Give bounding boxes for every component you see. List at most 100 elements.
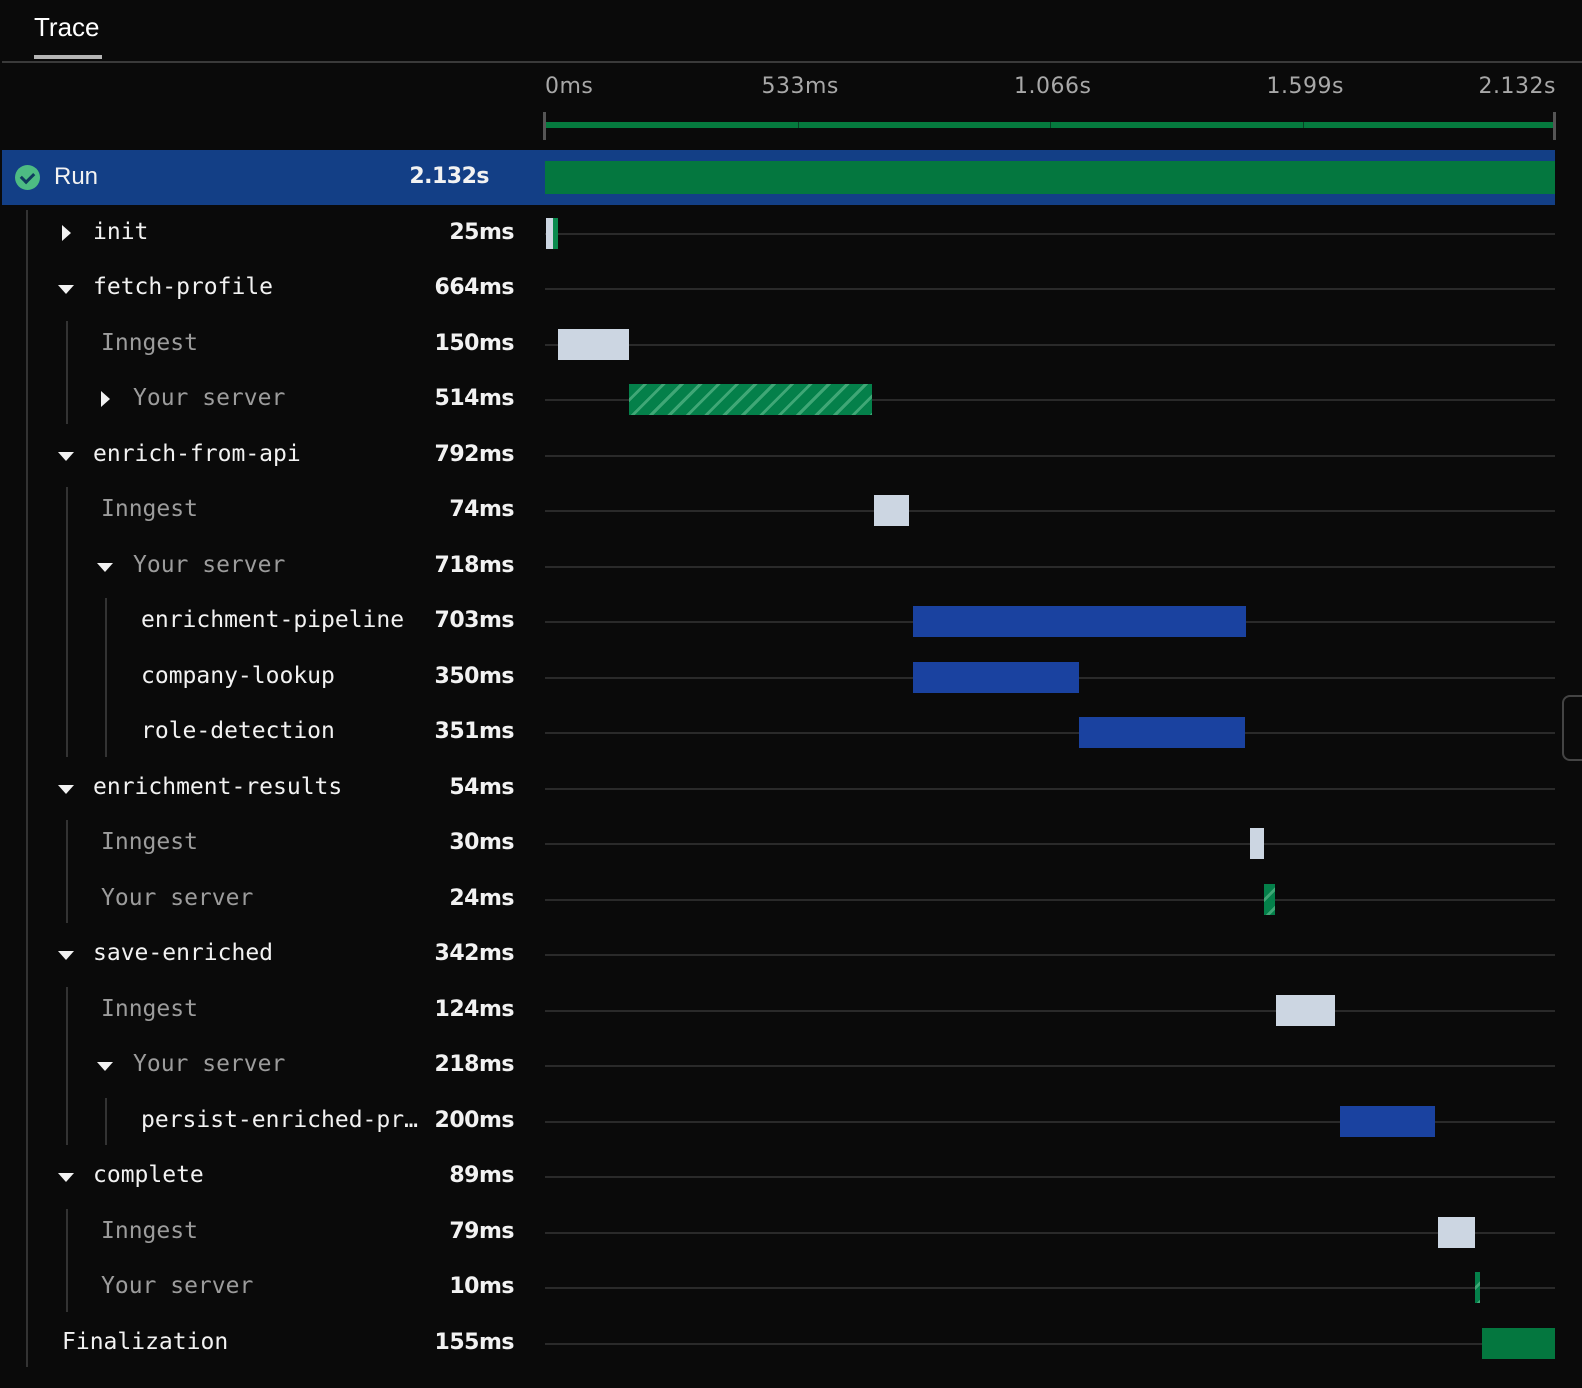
chevron-down-icon[interactable]: [58, 451, 74, 461]
row-gridline: [545, 454, 1555, 457]
tree-guide-line: [66, 320, 68, 424]
span-row[interactable]: Your server 24ms: [0, 872, 1582, 927]
axis-tick: [1302, 122, 1304, 128]
span-row[interactable]: init 25ms: [0, 206, 1582, 261]
row-gridline: [545, 565, 1555, 568]
timeline-start-handle[interactable]: [543, 112, 546, 140]
span-duration: 124ms: [434, 996, 515, 1022]
span-duration: 218ms: [434, 1052, 515, 1077]
span-duration: 351ms: [434, 719, 515, 744]
span-bar[interactable]: [913, 661, 1079, 693]
span-row[interactable]: Inngest 150ms: [0, 317, 1582, 372]
span-bar[interactable]: [1339, 1105, 1435, 1137]
axis-tick-label: 2.132s: [1478, 74, 1556, 99]
span-row[interactable]: company-lookup 350ms: [0, 650, 1582, 705]
tab-trace[interactable]: Trace: [34, 12, 100, 55]
span-row[interactable]: Your server 218ms: [0, 1038, 1582, 1093]
span-bar[interactable]: [1078, 717, 1246, 748]
span-duration: 703ms: [434, 608, 515, 633]
span-name: Inngest: [101, 496, 198, 522]
span-bar[interactable]: [1249, 828, 1265, 859]
row-gridline: [545, 843, 1555, 845]
span-bar[interactable]: [628, 384, 873, 415]
tree-guide-line: [66, 820, 68, 923]
row-gridline: [545, 288, 1555, 290]
span-row[interactable]: save-enriched 342ms: [0, 927, 1582, 982]
span-row[interactable]: Your server 10ms: [0, 1260, 1582, 1315]
span-name: Inngest: [101, 1217, 198, 1244]
axis-tick-label: 1.066s: [1014, 74, 1092, 99]
tab-bar: Trace: [2, 0, 1582, 63]
span-bar[interactable]: [1437, 1216, 1476, 1248]
chevron-right-icon[interactable]: [62, 224, 71, 241]
row-gridline: [545, 1009, 1555, 1012]
row-gridline: [545, 232, 1555, 235]
chevron-down-icon[interactable]: [97, 1062, 113, 1071]
span-row[interactable]: Inngest 124ms: [0, 983, 1582, 1038]
run-row[interactable]: Run 2.132s: [2, 150, 1555, 205]
span-duration: 514ms: [434, 386, 515, 411]
chevron-right-icon[interactable]: [101, 391, 110, 407]
span-row[interactable]: enrichment-pipeline 703ms: [0, 594, 1582, 649]
span-duration: 342ms: [434, 941, 515, 966]
span-bar[interactable]: [874, 495, 910, 526]
span-name: Your server: [101, 884, 254, 911]
tree-guide-line: [26, 209, 28, 1367]
span-name: init: [93, 218, 149, 245]
span-row[interactable]: Finalization 155ms: [0, 1316, 1582, 1371]
tree-guide-line: [66, 986, 68, 1145]
timeline-end-handle[interactable]: [1553, 112, 1556, 140]
chevron-down-icon[interactable]: [58, 1173, 74, 1182]
span-bar[interactable]: [1481, 1327, 1555, 1359]
row-gridline: [545, 1065, 1555, 1067]
panel-resize-handle[interactable]: [1562, 695, 1582, 761]
span-bar[interactable]: [557, 328, 629, 360]
span-duration: 792ms: [434, 441, 515, 467]
chevron-down-icon[interactable]: [58, 285, 74, 294]
span-duration: 24ms: [449, 885, 514, 911]
span-bar[interactable]: [913, 606, 1247, 637]
span-bar[interactable]: [545, 161, 1555, 194]
span-duration: 200ms: [434, 1107, 515, 1133]
span-duration: 350ms: [434, 663, 515, 689]
axis-tick-label: 533ms: [761, 74, 839, 99]
axis-tick-label: 1.599s: [1266, 74, 1344, 99]
span-row[interactable]: Inngest 79ms: [0, 1205, 1582, 1260]
row-gridline: [545, 787, 1555, 790]
span-name: Inngest: [101, 995, 198, 1022]
span-bar[interactable]: [1475, 1272, 1481, 1303]
span-name: enrichment-pipeline: [141, 607, 405, 633]
span-duration: 25ms: [449, 219, 514, 245]
span-name: enrich-from-api: [93, 440, 301, 467]
span-bar[interactable]: [1264, 883, 1276, 915]
span-name: Your server: [133, 1051, 286, 1077]
active-tab-indicator: [34, 55, 102, 59]
span-duration: 79ms: [449, 1218, 514, 1244]
span-row[interactable]: Your server 718ms: [0, 539, 1582, 594]
span-duration: 150ms: [434, 330, 515, 356]
span-bar[interactable]: [1275, 994, 1335, 1026]
span-row[interactable]: fetch-profile 664ms: [0, 261, 1582, 316]
span-row[interactable]: Inngest 30ms: [0, 816, 1582, 871]
span-row[interactable]: Your server 514ms: [0, 372, 1582, 427]
axis-tick: [1050, 122, 1051, 128]
span-row[interactable]: Inngest 74ms: [0, 483, 1582, 538]
span-row[interactable]: role-detection 351ms: [0, 705, 1582, 760]
chevron-down-icon[interactable]: [97, 562, 113, 572]
row-gridline: [545, 732, 1555, 734]
span-bar[interactable]: [545, 217, 558, 249]
axis-tick: [797, 122, 799, 128]
span-name: role-detection: [141, 718, 335, 744]
span-name: complete: [93, 1162, 204, 1188]
span-row[interactable]: enrich-from-api 792ms: [0, 428, 1582, 483]
span-row[interactable]: persist-enriched-pr… 200ms: [0, 1094, 1582, 1149]
span-row[interactable]: enrichment-results 54ms: [0, 761, 1582, 816]
axis-tick-label: 0ms: [545, 74, 594, 99]
chevron-down-icon[interactable]: [58, 951, 74, 960]
span-name: persist-enriched-pr…: [141, 1106, 418, 1133]
span-row[interactable]: complete 89ms: [0, 1149, 1582, 1204]
span-duration: 664ms: [434, 275, 515, 300]
span-duration: 718ms: [434, 552, 515, 578]
tree-guide-line: [105, 598, 107, 757]
chevron-down-icon[interactable]: [58, 784, 74, 794]
